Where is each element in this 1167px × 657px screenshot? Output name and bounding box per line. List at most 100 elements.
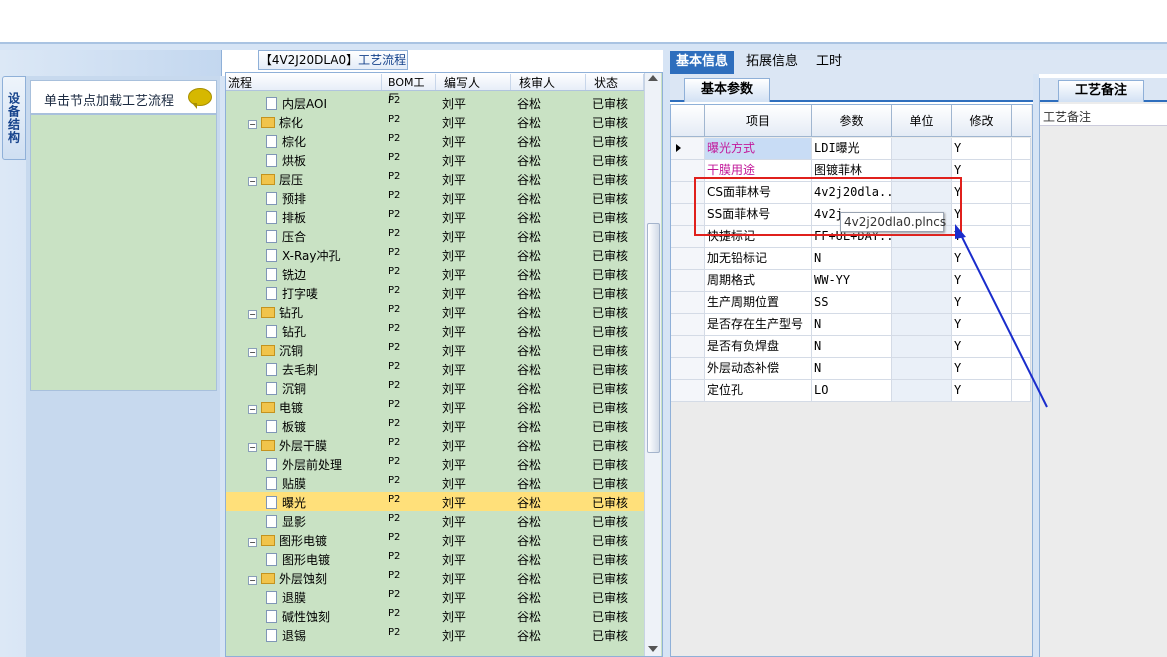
collapse-icon[interactable]: − (248, 310, 257, 319)
col-item[interactable]: 项目 (705, 105, 812, 137)
param-value-cell[interactable]: N (812, 358, 892, 379)
scroll-down-icon[interactable] (648, 646, 658, 652)
device-list-area[interactable] (30, 114, 217, 391)
subtab-basic-params[interactable]: 基本参数 (684, 78, 770, 102)
param-value-cell[interactable]: LO (812, 380, 892, 401)
tree-row[interactable]: 显影 P2 刘平 谷松 已审核 (226, 511, 646, 530)
scroll-thumb[interactable] (647, 223, 660, 453)
param-value-cell[interactable]: N (812, 314, 892, 335)
scroll-up-icon[interactable] (648, 75, 658, 81)
tree-row[interactable]: 去毛刺 P2 刘平 谷松 已审核 (226, 359, 646, 378)
param-name-cell[interactable]: 外层动态补偿 (705, 358, 812, 379)
collapse-icon[interactable]: − (248, 538, 257, 547)
tree-row[interactable]: 退膜 P2 刘平 谷松 已审核 (226, 587, 646, 606)
grid-row[interactable]: 曝光方式 LDI曝光 Y (671, 138, 1031, 160)
middle-splitter[interactable] (663, 50, 670, 657)
modify-cell[interactable]: Y (952, 380, 1012, 401)
tree-row[interactable]: 板镀 P2 刘平 谷松 已审核 (226, 416, 646, 435)
grid-row[interactable]: 外层动态补偿 N Y (671, 358, 1031, 380)
col-writer[interactable]: 编写人 (436, 74, 511, 90)
collapse-icon[interactable]: − (248, 177, 257, 186)
param-name-cell[interactable]: 加无铅标记 (705, 248, 812, 269)
collapse-icon[interactable]: − (248, 120, 257, 129)
tree-row[interactable]: 图形电镀 P2 刘平 谷松 已审核 (226, 549, 646, 568)
tree-row[interactable]: − 层压 P2 刘平 谷松 已审核 (226, 169, 646, 188)
tree-row[interactable]: − 图形电镀 P2 刘平 谷松 已审核 (226, 530, 646, 549)
tree-row[interactable]: 铣边 P2 刘平 谷松 已审核 (226, 264, 646, 283)
param-value-cell[interactable]: N (812, 248, 892, 269)
tree-row[interactable]: 碱性蚀刻 P2 刘平 谷松 已审核 (226, 606, 646, 625)
tree-row[interactable]: 钻孔 P2 刘平 谷松 已审核 (226, 321, 646, 340)
tree-scrollbar[interactable] (644, 73, 661, 656)
tree-row[interactable]: − 棕化 P2 刘平 谷松 已审核 (226, 112, 646, 131)
tree-row[interactable]: − 电镀 P2 刘平 谷松 已审核 (226, 397, 646, 416)
collapse-icon[interactable]: − (248, 348, 257, 357)
tree-row[interactable]: 曝光 P2 刘平 谷松 已审核 (226, 492, 646, 511)
tab-basic-info[interactable]: 基本信息 (670, 51, 735, 74)
param-name-cell[interactable]: 定位孔 (705, 380, 812, 401)
unit-cell[interactable] (892, 270, 952, 291)
param-name-cell[interactable]: 曝光方式 (705, 138, 812, 159)
param-value-cell[interactable]: SS (812, 292, 892, 313)
side-tab-device-structure[interactable]: 设备结构 (2, 76, 26, 160)
modify-cell[interactable]: Y (952, 292, 1012, 313)
tree-row[interactable]: − 外层干膜 P2 刘平 谷松 已审核 (226, 435, 646, 454)
modify-cell[interactable]: Y (952, 138, 1012, 159)
unit-cell[interactable] (892, 248, 952, 269)
modify-cell[interactable]: Y (952, 270, 1012, 291)
tree-row[interactable]: 退锡 P2 刘平 谷松 已审核 (226, 625, 646, 644)
col-param[interactable]: 参数 (812, 105, 892, 137)
param-name-cell[interactable]: 是否存在生产型号 (705, 314, 812, 335)
unit-cell[interactable] (892, 138, 952, 159)
col-reviewer[interactable]: 核审人 (511, 74, 586, 90)
col-modify[interactable]: 修改 (952, 105, 1012, 137)
unit-cell[interactable] (892, 292, 952, 313)
tree-row[interactable]: 排板 P2 刘平 谷松 已审核 (226, 207, 646, 226)
tree-row[interactable]: 内层AOI P2 刘平 谷松 已审核 (226, 93, 646, 112)
grid-row[interactable]: 生产周期位置 SS Y (671, 292, 1031, 314)
col-flow[interactable]: 流程 (226, 74, 382, 90)
process-tree[interactable]: 流程 BOM工厂 编写人 核审人 状态 内层AOI P2 刘平 谷松 已审核 − 棕化 P2 刘… (225, 72, 663, 657)
collapse-icon[interactable]: − (248, 443, 257, 452)
tree-row[interactable]: 预排 P2 刘平 谷松 已审核 (226, 188, 646, 207)
grid-row[interactable]: 是否存在生产型号 N Y (671, 314, 1031, 336)
tree-row[interactable]: − 沉铜 P2 刘平 谷松 已审核 (226, 340, 646, 359)
col-status[interactable]: 状态 (586, 74, 644, 90)
modify-cell[interactable]: Y (952, 248, 1012, 269)
tree-row[interactable]: 棕化 P2 刘平 谷松 已审核 (226, 131, 646, 150)
param-name-cell[interactable]: 是否有负焊盘 (705, 336, 812, 357)
col-bom[interactable]: BOM工厂 (382, 74, 436, 105)
tree-row[interactable]: 沉铜 P2 刘平 谷松 已审核 (226, 378, 646, 397)
grid-row[interactable]: 周期格式 WW-YY Y (671, 270, 1031, 292)
tree-row[interactable]: 外层前处理 P2 刘平 谷松 已审核 (226, 454, 646, 473)
param-value-cell[interactable]: LDI曝光 (812, 138, 892, 159)
modify-cell[interactable]: Y (952, 314, 1012, 335)
collapse-icon[interactable]: − (248, 576, 257, 585)
param-name-cell[interactable]: 生产周期位置 (705, 292, 812, 313)
tree-row[interactable]: 烘板 P2 刘平 谷松 已审核 (226, 150, 646, 169)
grid-row[interactable]: 是否有负焊盘 N Y (671, 336, 1031, 358)
grid-row[interactable]: 加无铅标记 N Y (671, 248, 1031, 270)
unit-cell[interactable] (892, 380, 952, 401)
param-value-cell[interactable]: WW-YY (812, 270, 892, 291)
col-unit[interactable]: 单位 (892, 105, 952, 137)
tab-process-notes[interactable]: 工艺备注 (1058, 80, 1144, 102)
grid-row[interactable]: 定位孔 LO Y (671, 380, 1031, 402)
tree-row[interactable]: 贴膜 P2 刘平 谷松 已审核 (226, 473, 646, 492)
tree-row[interactable]: 压合 P2 刘平 谷松 已审核 (226, 226, 646, 245)
unit-cell[interactable] (892, 314, 952, 335)
document-icon (266, 154, 277, 167)
modify-cell[interactable]: Y (952, 358, 1012, 379)
tab-work-hours[interactable]: 工时 (810, 51, 848, 74)
tree-row[interactable]: − 外层蚀刻 P2 刘平 谷松 已审核 (226, 568, 646, 587)
unit-cell[interactable] (892, 336, 952, 357)
collapse-icon[interactable]: − (248, 405, 257, 414)
param-name-cell[interactable]: 周期格式 (705, 270, 812, 291)
tree-row[interactable]: 打字唛 P2 刘平 谷松 已审核 (226, 283, 646, 302)
param-value-cell[interactable]: N (812, 336, 892, 357)
modify-cell[interactable]: Y (952, 336, 1012, 357)
tree-row[interactable]: − 钻孔 P2 刘平 谷松 已审核 (226, 302, 646, 321)
tab-extended-info[interactable]: 拓展信息 (740, 51, 804, 74)
unit-cell[interactable] (892, 358, 952, 379)
tree-row[interactable]: X-Ray冲孔 P2 刘平 谷松 已审核 (226, 245, 646, 264)
